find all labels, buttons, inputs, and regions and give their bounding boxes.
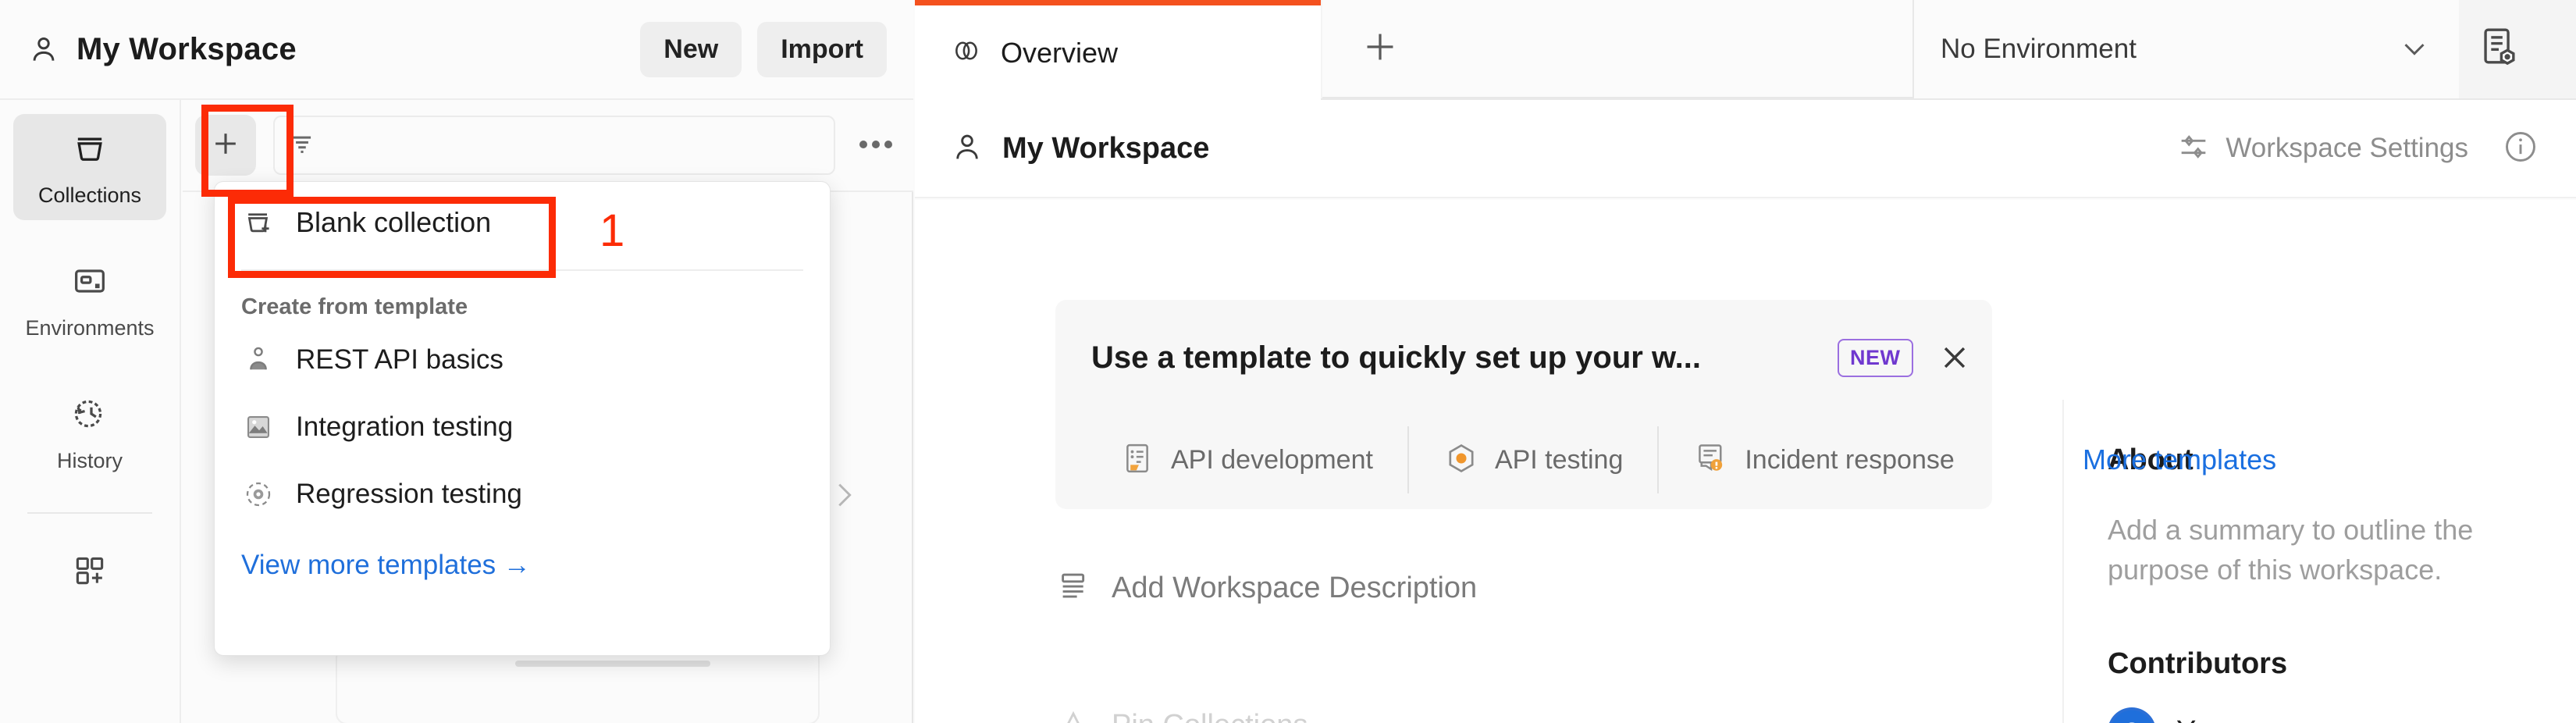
tab-overview[interactable]: Overview	[915, 0, 1321, 100]
collections-toolbar	[183, 100, 913, 192]
search-input[interactable]	[273, 116, 835, 175]
filter-sort-icon	[287, 129, 317, 162]
sidebar-item-label: History	[57, 449, 123, 473]
pin-collections-button[interactable]: Pin Collections	[1055, 706, 1308, 723]
tab-label: Overview	[1001, 37, 1118, 69]
sliders-icon	[2176, 129, 2211, 169]
menu-item-label: REST API basics	[296, 344, 503, 376]
empty-collections-placeholder-card	[336, 646, 820, 723]
contributors-heading: Contributors	[2108, 647, 2576, 681]
sidebar-item-collections[interactable]: Collections	[13, 114, 166, 220]
more-templates-link[interactable]: More templates	[2083, 443, 2276, 476]
menu-item-regression-testing[interactable]: Regression testing	[215, 461, 830, 528]
banner-chip-api-testing[interactable]: API testing	[1409, 440, 1657, 480]
banner-chip-label: API testing	[1495, 445, 1623, 475]
add-workspace-description-button[interactable]: Add Workspace Description	[1055, 568, 1477, 608]
workspace-header-actions: New Import	[640, 22, 887, 77]
integration-testing-icon	[241, 410, 276, 444]
pin-collections-label: Pin Collections	[1112, 709, 1308, 723]
tab-bar-actions	[1322, 0, 1912, 98]
banner-chip-api-development[interactable]: API development	[1085, 440, 1407, 480]
menu-item-rest-api-basics[interactable]: REST API basics	[215, 326, 830, 394]
incident-response-icon	[1693, 440, 1729, 480]
person-icon	[27, 32, 61, 66]
sidebar-item-label: Environments	[25, 316, 154, 340]
tab-bar: Overview No Environment	[915, 0, 2576, 100]
sidebar-item-add-module[interactable]	[13, 540, 166, 605]
close-icon	[1934, 368, 1975, 381]
collections-more-button[interactable]	[846, 116, 906, 175]
blank-collection-icon	[241, 205, 276, 240]
environment-quick-look-icon	[2476, 59, 2521, 72]
page-title: My Workspace	[76, 32, 297, 67]
environment-quick-look-button[interactable]	[2476, 23, 2521, 73]
sidebar-item-label: Collections	[38, 183, 141, 208]
menu-item-blank-collection[interactable]: Blank collection	[215, 182, 830, 263]
description-icon	[1055, 568, 1091, 608]
new-tab-button[interactable]	[1360, 27, 1400, 71]
menu-item-integration-testing[interactable]: Integration testing	[215, 394, 830, 461]
workspace-header: My Workspace New Import	[0, 0, 913, 100]
overview-icon	[949, 34, 984, 72]
left-sidebar-pane: My Workspace New Import Collections	[0, 0, 913, 723]
info-button[interactable]	[2501, 127, 2540, 170]
sidebar-item-environments[interactable]: Environments	[13, 247, 166, 353]
empty-collections-placeholder-bar	[515, 661, 710, 667]
import-button[interactable]: Import	[757, 22, 887, 77]
sidebar-item-history[interactable]: History	[13, 379, 166, 486]
view-more-templates-link[interactable]: View more templates →	[215, 528, 830, 581]
overview-content: Use a template to quickly set up your w.…	[915, 200, 2576, 723]
rail-divider	[27, 512, 152, 514]
api-testing-icon	[1443, 440, 1479, 480]
api-development-icon	[1119, 440, 1155, 480]
sidebar-collapse-handle[interactable]	[826, 472, 862, 522]
content-divider	[2062, 400, 2064, 723]
pin-icon	[1055, 706, 1091, 723]
postman-app-window: My Workspace New Import Collections	[0, 0, 2576, 723]
sidebar-icon-rail: Collections Environments	[0, 100, 181, 723]
add-workspace-description-label: Add Workspace Description	[1112, 572, 1477, 605]
add-module-icon	[70, 551, 109, 594]
banner-chip-label: API development	[1171, 445, 1373, 475]
menu-section-title: Create from template	[215, 271, 830, 326]
avatar	[2108, 707, 2156, 723]
workspace-name: My Workspace	[1002, 132, 1209, 166]
workspace-settings-button[interactable]: Workspace Settings	[2176, 129, 2468, 169]
workspace-settings-label: Workspace Settings	[2226, 133, 2468, 164]
chevron-down-icon	[2396, 30, 2432, 69]
workspace-row-actions: Workspace Settings	[2176, 127, 2540, 170]
banner-close-button[interactable]	[1934, 337, 1975, 382]
menu-item-label: Blank collection	[296, 206, 491, 239]
environments-icon	[69, 261, 110, 305]
new-collection-dropdown-menu: Blank collection Create from template RE…	[214, 181, 831, 656]
menu-item-label: Regression testing	[296, 479, 522, 510]
workspace-title-row: My Workspace Workspace Settings	[915, 100, 2576, 198]
environment-selector[interactable]: No Environment	[1912, 0, 2459, 98]
environment-selected-value: No Environment	[1941, 34, 2137, 65]
status-badge: NEW	[1838, 339, 1913, 377]
about-summary-placeholder[interactable]: Add a summary to outline the purpose of …	[2108, 510, 2475, 589]
banner-template-chips: API development API testing	[1085, 426, 1989, 493]
add-collection-button[interactable]	[195, 115, 256, 176]
banner-chip-incident-response[interactable]: Incident response	[1659, 440, 1988, 480]
banner-chip-label: Incident response	[1745, 445, 1954, 475]
menu-item-label: Integration testing	[296, 411, 513, 443]
more-horizontal-icon	[857, 138, 895, 152]
template-banner: Use a template to quickly set up your w.…	[1055, 300, 1992, 509]
main-content-pane: Overview No Environment	[915, 0, 2576, 723]
rest-api-basics-icon	[241, 343, 276, 377]
plus-icon	[1360, 27, 1400, 71]
contributor-name: You	[2176, 715, 2226, 723]
new-button[interactable]: New	[640, 22, 742, 77]
info-icon	[2501, 156, 2540, 169]
contributor-list-item[interactable]: You	[2108, 707, 2576, 723]
plus-icon	[208, 126, 243, 165]
banner-title: Use a template to quickly set up your w.…	[1091, 340, 1701, 376]
history-icon	[68, 394, 112, 438]
person-icon	[949, 129, 985, 169]
collections-icon	[69, 128, 110, 173]
regression-testing-icon	[241, 477, 276, 511]
annotation-step-number: 1	[600, 205, 624, 257]
